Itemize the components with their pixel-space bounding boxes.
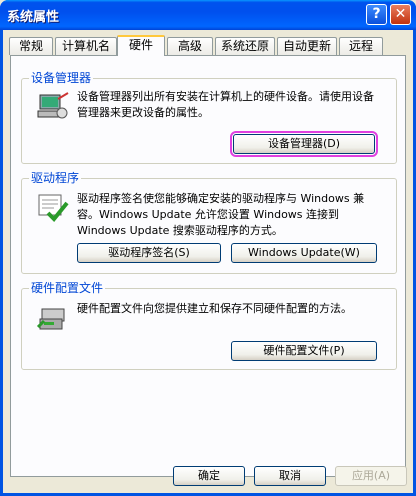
- drivers-group-title: 驱动程序: [29, 171, 82, 185]
- tab-general[interactable]: 常规: [9, 37, 53, 55]
- hardware-profiles-group: 硬件配置文件 硬件配置文件向您提供建立和保存不同硬件配置的方法。 硬件配置文件(…: [21, 281, 397, 370]
- close-button[interactable]: ✕: [390, 4, 411, 25]
- tab-hardware[interactable]: 硬件: [117, 35, 165, 56]
- help-button[interactable]: ?: [366, 4, 387, 25]
- tab-remote[interactable]: 远程: [339, 37, 383, 55]
- system-properties-window: 系统属性 ? ✕ 常规 计算机名 硬件 高级 系统还原 自动更新 远程 设备管理…: [0, 0, 416, 496]
- tab-automatic-updates[interactable]: 自动更新: [277, 37, 337, 55]
- hardware-profiles-description: 硬件配置文件向您提供建立和保存不同硬件配置的方法。: [77, 302, 352, 315]
- apply-button[interactable]: 应用(A): [335, 466, 407, 486]
- driver-signing-button[interactable]: 驱动程序签名(S): [77, 243, 221, 263]
- device-manager-icon: [37, 92, 69, 119]
- title-bar[interactable]: 系统属性 ? ✕: [0, 0, 416, 30]
- device-manager-button[interactable]: 设备管理器(D): [230, 131, 378, 157]
- device-manager-group-title: 设备管理器: [29, 71, 94, 85]
- hardware-tab-panel: 设备管理器 设备管理器列出所有安装在计算机上的硬件设备。请使用设备管理器来更改设…: [10, 55, 406, 477]
- tab-system-restore[interactable]: 系统还原: [215, 37, 275, 55]
- hardware-profile-icon: [36, 308, 65, 330]
- tab-computer-name[interactable]: 计算机名: [55, 37, 117, 55]
- drivers-description: 驱动程序签名使您能够确定安装的驱动程序与 Windows 兼容。Windows …: [77, 192, 365, 237]
- cancel-button[interactable]: 取消: [254, 466, 326, 486]
- windows-update-button[interactable]: Windows Update(W): [231, 243, 377, 263]
- device-manager-description: 设备管理器列出所有安装在计算机上的硬件设备。请使用设备管理器来更改设备的属性。: [77, 90, 374, 119]
- device-manager-group: 设备管理器 设备管理器列出所有安装在计算机上的硬件设备。请使用设备管理器来更改设…: [21, 71, 397, 164]
- drivers-group: 驱动程序 驱动程序签名使您能够确定安装的驱动程序与 Windows 兼容。Win…: [21, 171, 397, 274]
- window-title: 系统属性: [7, 10, 60, 25]
- driver-signing-icon: [38, 194, 69, 222]
- tab-advanced[interactable]: 高级: [167, 37, 213, 55]
- hardware-profiles-button[interactable]: 硬件配置文件(P): [231, 341, 377, 361]
- client-area: 常规 计算机名 硬件 高级 系统还原 自动更新 远程 设备管理器 设备管理器列出…: [3, 30, 413, 493]
- hardware-profiles-group-title: 硬件配置文件: [29, 281, 106, 295]
- ok-button[interactable]: 确定: [173, 466, 245, 486]
